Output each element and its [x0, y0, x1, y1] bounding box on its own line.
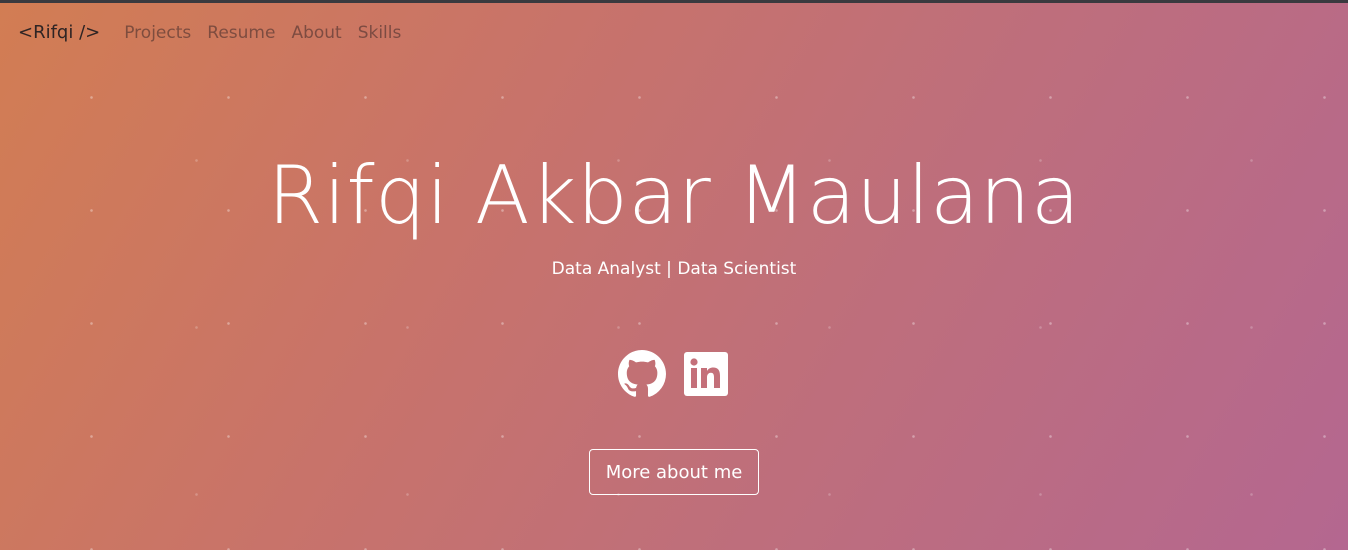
navbar: <Rifqi /> Projects Resume About Skills	[18, 22, 417, 43]
github-link[interactable]	[618, 350, 666, 398]
nav-link-about[interactable]: About	[291, 23, 341, 43]
nav-link-resume[interactable]: Resume	[207, 23, 275, 43]
hero-section: Rifqi Akbar Maulana Data Analyst | Data …	[0, 140, 1348, 282]
nav-link-skills[interactable]: Skills	[358, 23, 402, 43]
linkedin-link[interactable]	[682, 350, 730, 398]
nav-link-projects[interactable]: Projects	[124, 23, 191, 43]
more-about-me-button[interactable]: More about me	[589, 449, 759, 495]
github-icon	[618, 350, 666, 397]
linkedin-icon	[684, 352, 728, 396]
hero-subtitle: Data Analyst | Data Scientist	[551, 259, 797, 279]
hero-title: Rifqi Akbar Maulana	[267, 149, 1081, 242]
brand-logo[interactable]: <Rifqi />	[18, 22, 100, 43]
social-links	[0, 350, 1348, 398]
